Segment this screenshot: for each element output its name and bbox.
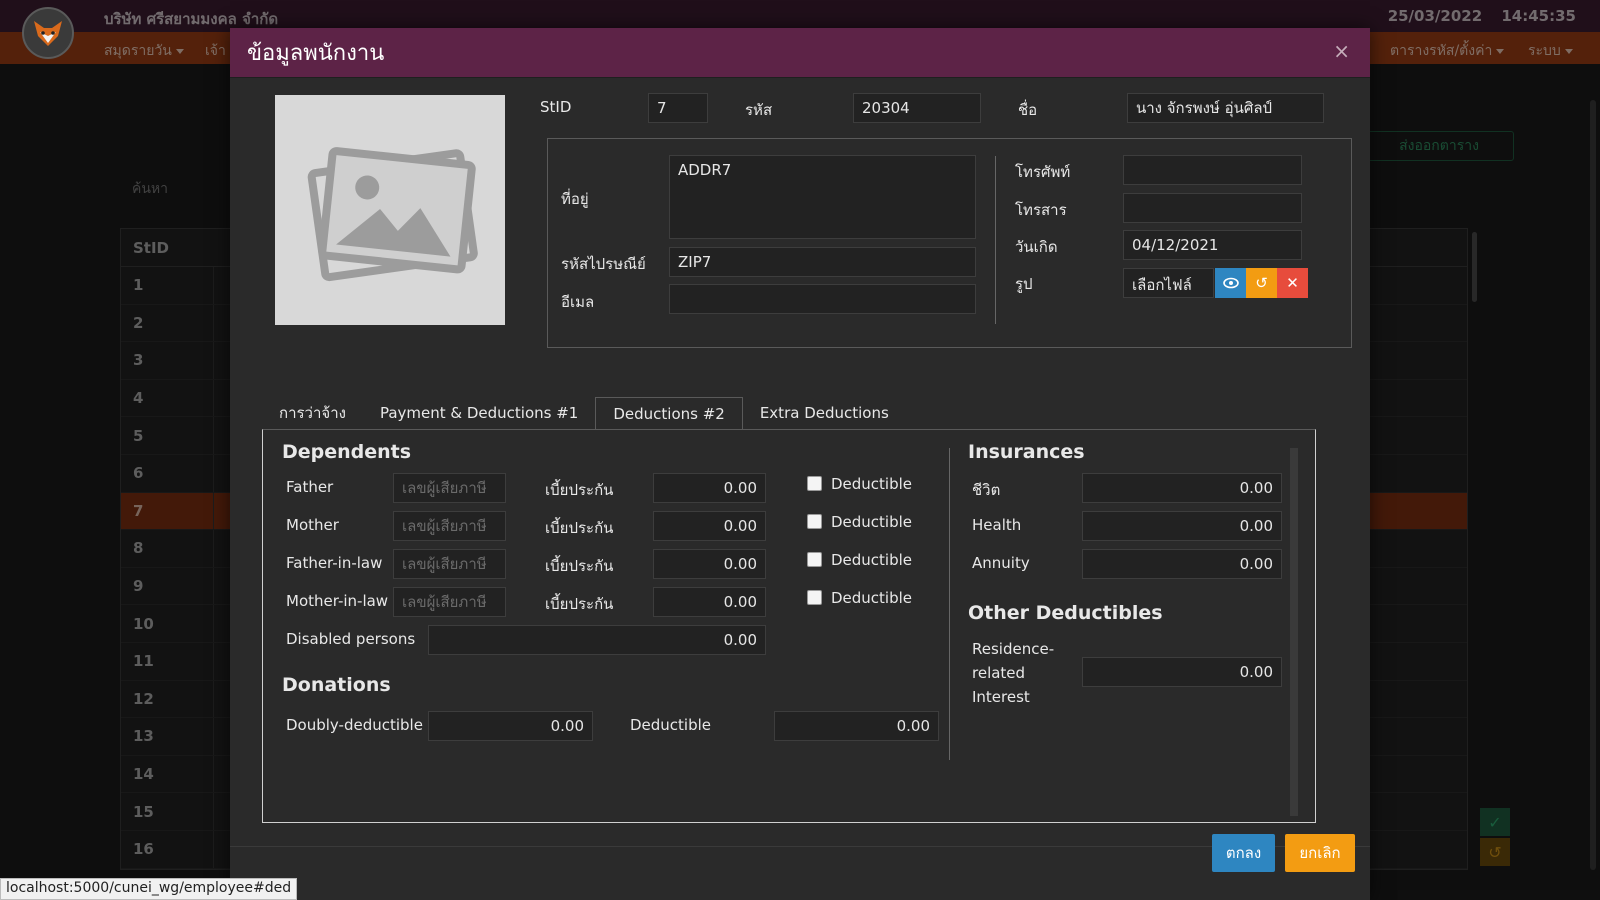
deductible-donation-label: Deductible — [630, 716, 712, 734]
mother-tax-id-field[interactable] — [393, 511, 506, 541]
deductible-label: Deductible — [831, 513, 913, 531]
insurance-annuity-field[interactable] — [1082, 549, 1282, 579]
zip-field[interactable] — [669, 247, 976, 277]
birthday-label: วันเกิด — [1015, 238, 1058, 256]
name-label: ชื่อ — [1018, 101, 1038, 119]
photo-label: รูป — [1015, 275, 1033, 293]
premium-label: เบี้ยประกัน — [545, 557, 614, 575]
dependents-heading: Dependents — [282, 441, 412, 463]
employee-modal: ข้อมูลพนักงาน × StID รหัส ชื่อ ที่อยู่ A… — [230, 28, 1370, 900]
delete-icon[interactable]: ✕ — [1277, 268, 1308, 298]
tab-deductions-2[interactable]: Deductions #2 — [595, 397, 743, 430]
father-tax-id-field[interactable] — [393, 473, 506, 503]
father-in-law-deductible-checkbox[interactable] — [807, 552, 822, 567]
insurances-heading: Insurances — [968, 441, 1085, 463]
photo-placeholder — [275, 95, 505, 325]
image-placeholder-icon — [307, 147, 478, 282]
insurance-annuity-label: Annuity — [972, 554, 1030, 572]
dependent-mother-in-law-label: Mother-in-law — [286, 592, 389, 610]
deductible-label: Deductible — [831, 551, 913, 569]
close-icon[interactable]: × — [1333, 39, 1350, 63]
phone-field[interactable] — [1123, 155, 1302, 185]
father-in-law-premium-field[interactable] — [653, 549, 766, 579]
cancel-button[interactable]: ยกเลิก — [1285, 834, 1355, 872]
eye-icon[interactable] — [1215, 268, 1246, 298]
mother-deductible-checkbox[interactable] — [807, 514, 822, 529]
panel-divider — [949, 448, 950, 760]
residence-interest-label: Residence- related Interest — [972, 637, 1054, 709]
email-field[interactable] — [669, 284, 976, 314]
divider — [995, 156, 996, 324]
dependent-father-in-law-label: Father-in-law — [286, 554, 383, 572]
insurance-life-field[interactable] — [1082, 473, 1282, 503]
deductible-label: Deductible — [831, 589, 913, 607]
name-field[interactable] — [1127, 93, 1324, 123]
mother-in-law-tax-id-field[interactable] — [393, 587, 506, 617]
panel-scrollbar[interactable] — [1290, 448, 1298, 816]
modal-title: ข้อมูลพนักงาน — [247, 41, 385, 66]
address-label: ที่อยู่ — [561, 190, 589, 208]
disabled-persons-label: Disabled persons — [286, 630, 416, 648]
premium-label: เบี้ยประกัน — [545, 595, 614, 613]
modal-header: ข้อมูลพนักงาน × — [230, 28, 1370, 78]
fax-field[interactable] — [1123, 193, 1302, 223]
zip-label: รหัสไปรษณีย์ — [561, 255, 646, 273]
mother-in-law-premium-field[interactable] — [653, 587, 766, 617]
disabled-persons-field[interactable] — [428, 625, 766, 655]
stid-field[interactable] — [648, 93, 708, 123]
tab-extra-deductions[interactable]: Extra Deductions — [743, 397, 906, 429]
ok-button[interactable]: ตกลง — [1212, 834, 1275, 872]
residence-interest-field[interactable] — [1082, 657, 1282, 687]
mother-premium-field[interactable] — [653, 511, 766, 541]
insurance-health-field[interactable] — [1082, 511, 1282, 541]
stid-label: StID — [540, 98, 572, 116]
dependent-mother-label: Mother — [286, 516, 339, 534]
email-label: อีเมล — [561, 293, 595, 311]
choose-file-button[interactable]: เลือกไฟล์ — [1123, 268, 1214, 298]
reset-icon[interactable]: ↺ — [1246, 268, 1277, 298]
other-deductibles-heading: Other Deductibles — [968, 602, 1163, 624]
tab-bar: การว่าจ้าง Payment & Deductions #1 Deduc… — [262, 397, 906, 430]
fax-label: โทรสาร — [1015, 201, 1067, 219]
premium-label: เบี้ยประกัน — [545, 481, 614, 499]
tab-employment[interactable]: การว่าจ้าง — [262, 397, 363, 429]
fox-logo-icon[interactable] — [22, 7, 74, 59]
modal-footer-divider — [230, 846, 1370, 847]
premium-label: เบี้ยประกัน — [545, 519, 614, 537]
code-field[interactable] — [853, 93, 981, 123]
donations-heading: Donations — [282, 674, 391, 696]
insurance-health-label: Health — [972, 516, 1022, 534]
mother-in-law-deductible-checkbox[interactable] — [807, 590, 822, 605]
phone-label: โทรศัพท์ — [1015, 163, 1071, 181]
insurance-life-label: ชีวิต — [972, 481, 1001, 499]
dependent-father-label: Father — [286, 478, 334, 496]
doubly-deductible-field[interactable] — [428, 711, 593, 741]
deductible-label: Deductible — [831, 475, 913, 493]
residence-interest-label-line-1: Residence- — [972, 640, 1055, 658]
status-url: localhost:5000/cunei_wg/employee#ded — [0, 878, 298, 900]
father-premium-field[interactable] — [653, 473, 766, 503]
address-textarea[interactable]: ADDR7 — [669, 155, 976, 239]
tab-payment-deductions-1[interactable]: Payment & Deductions #1 — [363, 397, 595, 429]
father-in-law-tax-id-field[interactable] — [393, 549, 506, 579]
deductible-donation-field[interactable] — [774, 711, 939, 741]
code-label: รหัส — [745, 101, 773, 119]
residence-interest-label-line-2: related — [972, 664, 1026, 682]
doubly-deductible-label: Doubly-deductible — [286, 716, 423, 734]
residence-interest-label-line-3: Interest — [972, 688, 1030, 706]
birthday-field[interactable] — [1123, 230, 1302, 260]
father-deductible-checkbox[interactable] — [807, 476, 822, 491]
